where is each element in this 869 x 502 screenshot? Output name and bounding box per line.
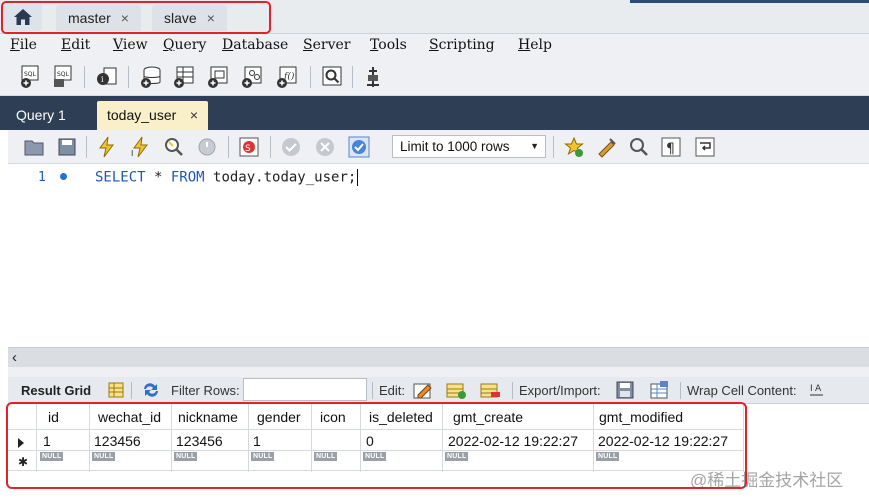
sql-text: * [145,169,171,186]
filter-rows-label: Filter Rows: [171,383,240,398]
wrap-cell-label: Wrap Cell Content: [687,383,797,398]
tab-today-user[interactable]: today_user × [97,101,208,130]
filter-rows-input[interactable] [243,378,367,401]
refresh-icon[interactable] [141,381,161,399]
highlight-box-result-grid [6,402,747,489]
execute-icon[interactable] [96,135,118,159]
inspector-icon[interactable]: i [96,65,118,89]
toolbar-separator [270,136,271,158]
tab-label: today_user [107,107,177,123]
open-sql-script-icon[interactable]: SQL [52,65,74,89]
sql-statement[interactable]: SELECT * FROM today.today_user; [95,169,359,186]
toolbar-separator [310,66,311,88]
edit-label: Edit: [379,383,406,398]
menu-file[interactable]: File [10,37,37,53]
autocommit-icon[interactable] [348,135,370,159]
toolbar-separator [84,66,85,88]
toolbar-separator [512,382,513,399]
reconnect-icon[interactable] [363,65,385,89]
svg-text:SQL: SQL [57,71,70,78]
save-icon[interactable] [56,135,78,159]
create-procedure-icon[interactable] [241,65,263,89]
result-toolbar: Result Grid Filter Rows: Edit: Export/Im… [8,377,869,404]
watermark: @稀土掘金技术社区 [690,471,844,490]
edit-row-icon[interactable] [412,380,434,400]
menu-edit[interactable]: Edit [61,37,90,53]
svg-text:SQL: SQL [24,71,37,78]
toolbar-separator [128,66,129,88]
export-import-label: Export/Import: [519,383,601,398]
editor-horizontal-scrollbar[interactable]: ‹ [8,347,869,367]
highlight-box-connections [1,1,271,34]
dropdown-caret-icon: ▼ [530,141,539,151]
svg-text:i: i [101,75,104,84]
sql-keyword: SELECT [95,169,146,186]
toolbar-separator [86,136,87,158]
toolbar-separator [553,136,554,158]
invisible-chars-icon[interactable]: ¶ [660,135,682,159]
window-edge-strip [630,0,869,3]
statement-marker-icon [60,173,67,180]
toolbar-separator [131,382,132,399]
close-icon[interactable]: × [190,101,198,129]
svg-text:S: S [245,144,251,154]
menu-scripting[interactable]: Scripting [429,37,495,53]
tab-query-1[interactable]: Query 1 [16,107,66,123]
menu-tools[interactable]: Tools [370,37,407,53]
commit-icon[interactable] [280,135,302,159]
wrap-cell-icon[interactable]: IA [808,381,826,399]
sql-editor[interactable]: 1 SELECT * FROM today.today_user; [8,164,869,347]
export-icon[interactable] [614,380,636,400]
create-schema-icon[interactable] [140,65,162,89]
find-icon[interactable] [628,135,650,159]
text-cursor [357,169,359,186]
execute-current-icon[interactable]: I [130,135,152,159]
insert-row-icon[interactable] [445,380,467,400]
svg-text:I: I [810,384,813,394]
main-toolbar: SQL SQL i f() [0,58,869,96]
svg-text:A: A [815,384,822,394]
explain-icon[interactable] [163,135,185,159]
line-number: 1 [38,170,46,185]
menu-view[interactable]: View [113,37,148,53]
grid-view-icon[interactable] [107,381,125,399]
toolbar-separator [352,66,353,88]
svg-text:I: I [131,149,133,158]
menu-query[interactable]: Query [163,37,206,53]
result-grid-label[interactable]: Result Grid [21,383,91,398]
delete-row-icon[interactable] [479,380,501,400]
open-file-icon[interactable] [23,135,45,159]
create-view-icon[interactable] [207,65,229,89]
menu-server[interactable]: Server [303,37,350,53]
connection-tab-bar: master × slave × [0,0,869,34]
rollback-icon[interactable] [314,135,336,159]
stop-icon[interactable] [196,135,218,159]
toolbar-separator [372,382,373,399]
new-sql-tab-icon[interactable]: SQL [19,65,41,89]
sql-text: today.today_user; [204,169,357,186]
add-snippet-icon[interactable] [563,135,585,159]
menu-database[interactable]: Database [222,37,288,53]
scroll-left-icon[interactable]: ‹ [12,349,17,366]
toolbar-separator [680,382,681,399]
sql-keyword: FROM [170,169,205,186]
toolbar-separator [228,136,229,158]
workbench-window: master × slave × File Edit View Query Data… [0,0,869,502]
create-function-icon[interactable]: f() [276,65,298,89]
limit-rows-value: Limit to 1000 rows [400,139,510,154]
beautify-icon[interactable] [596,135,618,159]
menu-help[interactable]: Help [518,37,552,53]
splitter[interactable] [8,367,869,377]
toggle-error-icon[interactable]: S [238,135,260,159]
import-icon[interactable] [648,380,670,400]
create-table-icon[interactable] [173,65,195,89]
word-wrap-icon[interactable] [694,135,716,159]
limit-rows-select[interactable]: Limit to 1000 rows ▼ [392,135,546,158]
editor-toolbar: I S Limit to 1000 rows ▼ ¶ [8,130,869,164]
svg-text:¶: ¶ [666,141,675,157]
search-table-data-icon[interactable] [321,65,343,89]
menu-bar: File Edit View Query Database Server Too… [0,34,869,58]
